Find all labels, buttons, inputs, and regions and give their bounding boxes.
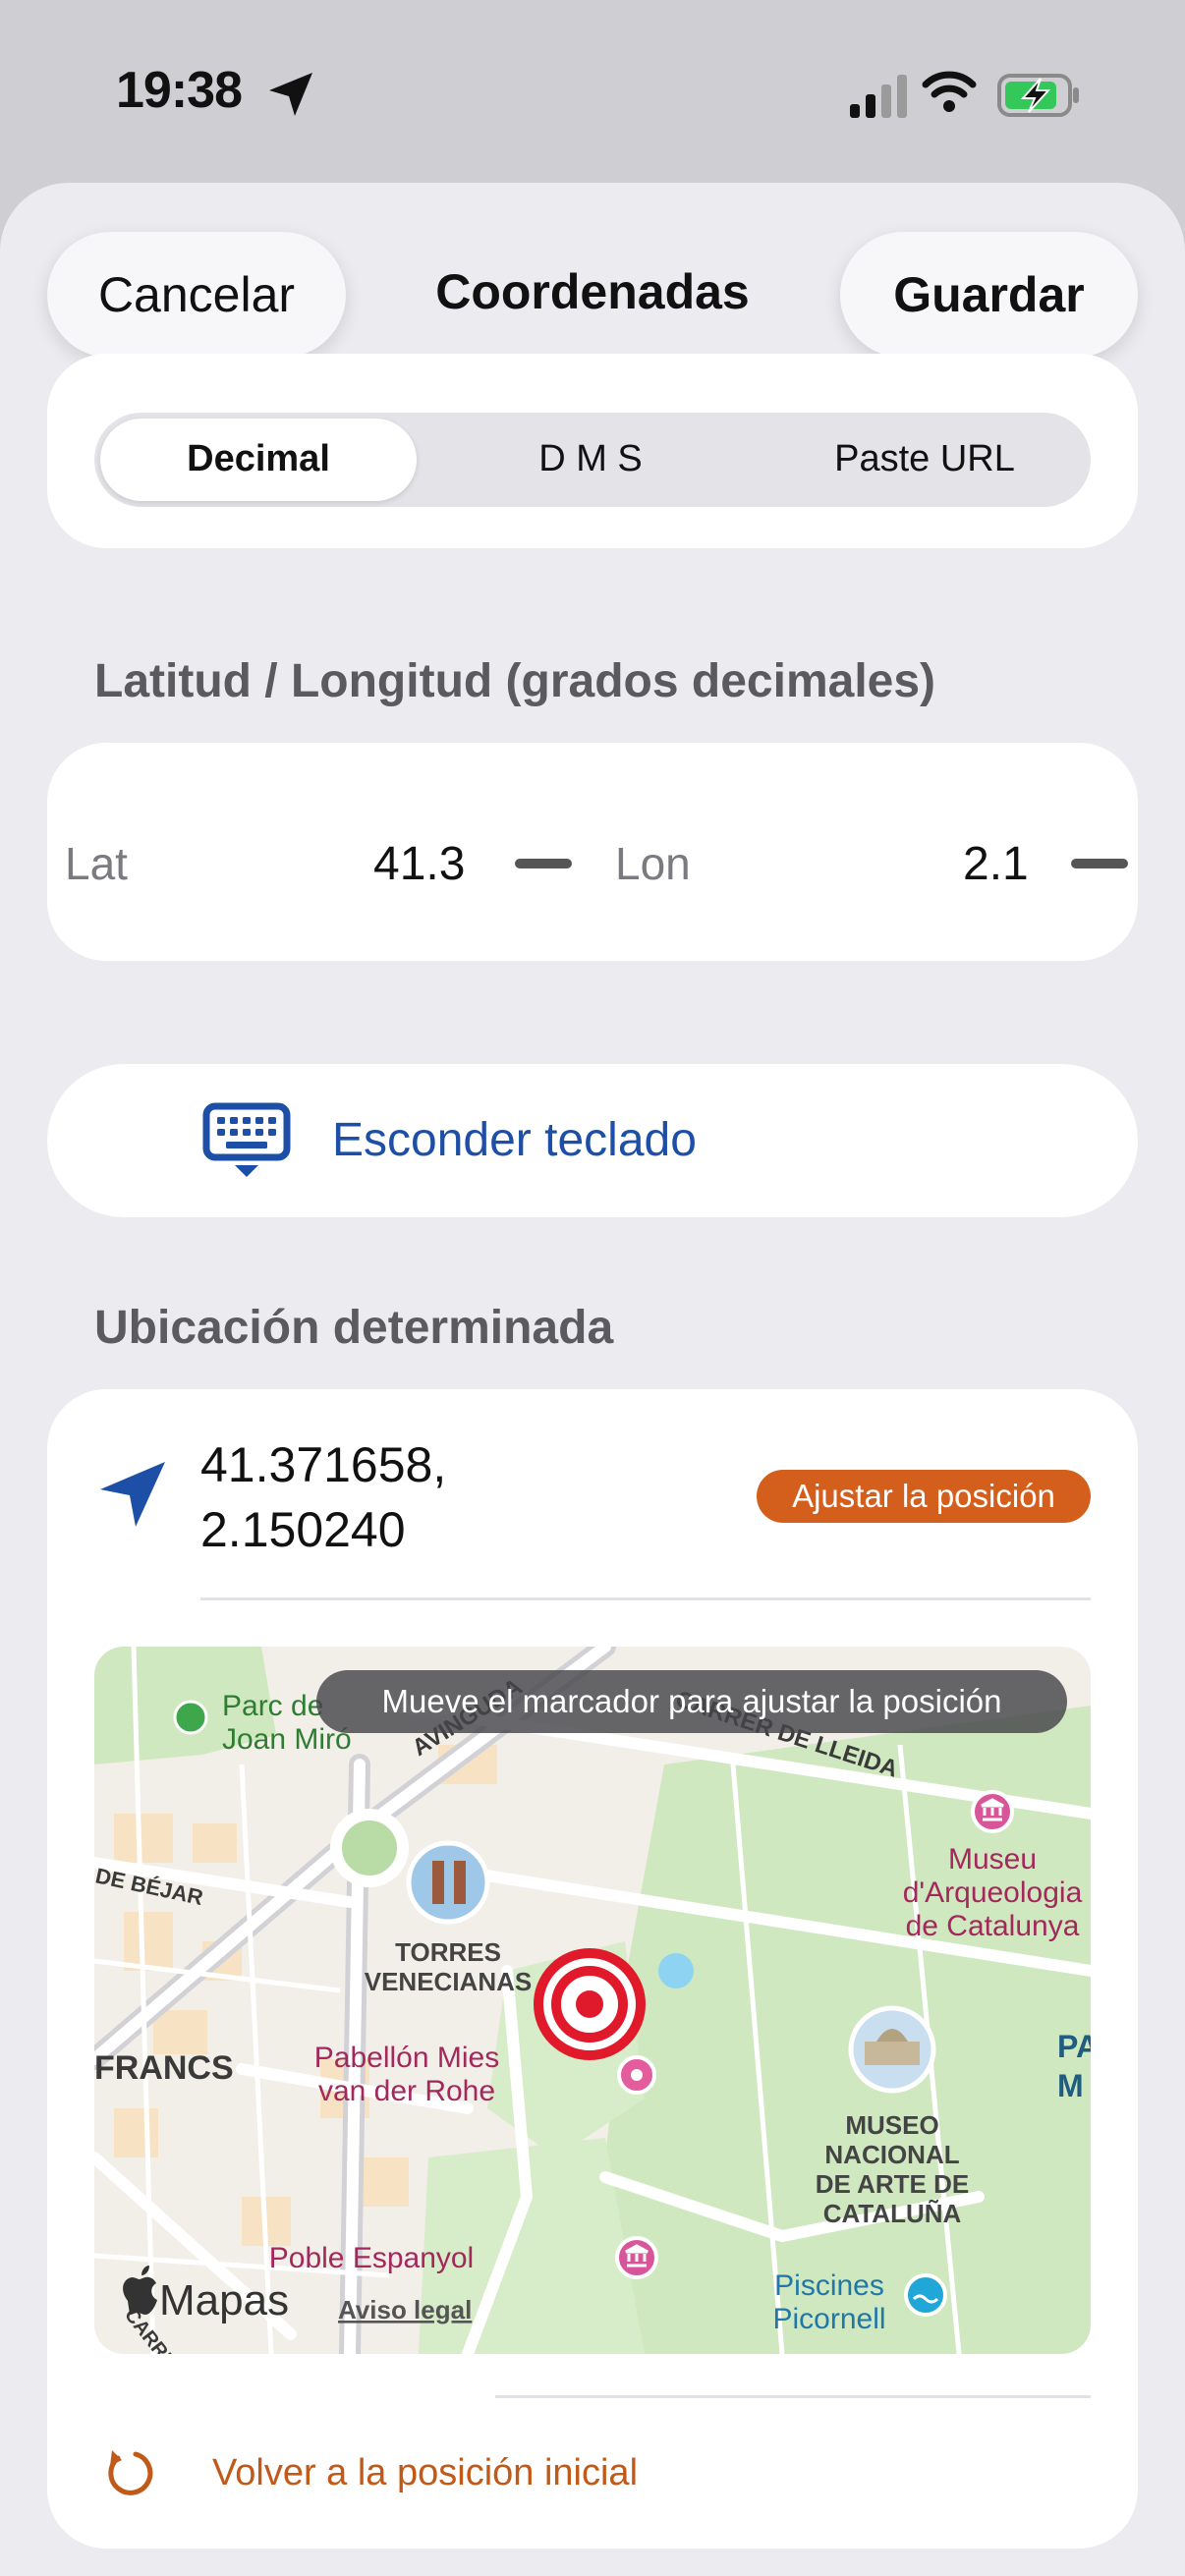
map-label-torres-1: TORRES (395, 1937, 501, 1967)
keyboard-icon (202, 1102, 291, 1177)
reset-position-button[interactable]: Volver a la posición inicial (212, 2452, 638, 2494)
position-marker-icon[interactable] (534, 1948, 646, 2060)
map-label-mnac-1: MUSEO (845, 2110, 938, 2140)
map-label-torres-2: VENECIANAS (365, 1967, 532, 1996)
map-label-museu-3: de Catalunya (906, 1910, 1080, 1942)
pool-pin-icon[interactable] (904, 2273, 947, 2317)
map-label-francs: FRANCS (94, 2049, 234, 2087)
map-canvas[interactable]: AVINGUDA CARRER DE LLEIDA DE BÉJAR CARRE… (94, 1647, 1091, 2354)
lon-label: Lon (615, 838, 691, 889)
divider (200, 1597, 1091, 1600)
map-label-mnac-4: CATALUÑA (823, 2199, 962, 2228)
lon-field[interactable]: 2.1 (963, 837, 1029, 891)
map-view[interactable]: AVINGUDA CARRER DE LLEIDA DE BÉJAR CARRE… (94, 1647, 1091, 2354)
segment-dms[interactable]: D M S (432, 438, 749, 480)
map-label-m: M (1057, 2068, 1084, 2103)
location-arrow-icon (269, 73, 312, 116)
lat-label: Lat (65, 838, 128, 889)
lat-field[interactable]: 41.3 (373, 837, 465, 891)
map-label-parc-1: Parc de (222, 1690, 323, 1722)
determined-coordinates: 41.371658, 2.150240 (200, 1432, 446, 1562)
map-label-poble: Poble Espanyol (269, 2242, 474, 2274)
map-label-mnac-2: NACIONAL (824, 2140, 959, 2169)
segment-paste-url[interactable]: Paste URL (766, 438, 1083, 480)
map-label-piscines-2: Picornell (772, 2303, 885, 2335)
map-label-mnac-3: DE ARTE DE (816, 2169, 970, 2199)
reset-arrow-icon[interactable] (102, 2444, 157, 2499)
legal-link[interactable]: Aviso legal (338, 2295, 472, 2324)
wifi-icon (922, 71, 977, 112)
segment-decimal[interactable]: Decimal (100, 438, 417, 480)
coordinates-line-lon: 2.150240 (200, 1502, 406, 1557)
page-title: Coordenadas (435, 264, 750, 319)
map-label-museu-2: d'Arqueologia (903, 1876, 1083, 1909)
cellular-signal-icon (850, 75, 907, 118)
hide-keyboard-label: Esconder teclado (332, 1114, 697, 1166)
map-label-mies-2: van der Rohe (318, 2075, 495, 2107)
lon-sign-toggle[interactable] (1071, 859, 1128, 868)
coords-section-header: Latitud / Longitud (grados decimales) (94, 655, 936, 707)
map-label-mies-1: Pabellón Mies (314, 2042, 499, 2074)
status-time: 19:38 (116, 62, 243, 119)
maps-brand: Mapas (159, 2276, 289, 2324)
divider (495, 2395, 1091, 2398)
map-label-museu-1: Museu (948, 1843, 1037, 1876)
adjust-position-badge[interactable]: Ajustar la posición (757, 1470, 1091, 1523)
battery-charging-icon (997, 74, 1079, 117)
location-section-header: Ubicación determinada (94, 1302, 614, 1354)
navigation-arrow-icon (100, 1462, 165, 1527)
map-hint-tooltip: Mueve el marcador para ajustar la posici… (316, 1670, 1067, 1733)
map-label-piscines-1: Piscines (774, 2269, 884, 2302)
lat-sign-toggle[interactable] (515, 859, 572, 868)
coordinates-line-lat: 41.371658, (200, 1437, 447, 1492)
torres-venecianas-thumbnail[interactable] (406, 1840, 490, 1925)
map-label-pa: PA (1057, 2029, 1091, 2064)
cancel-button[interactable]: Cancelar (47, 232, 346, 358)
save-button[interactable]: Guardar (840, 232, 1138, 358)
